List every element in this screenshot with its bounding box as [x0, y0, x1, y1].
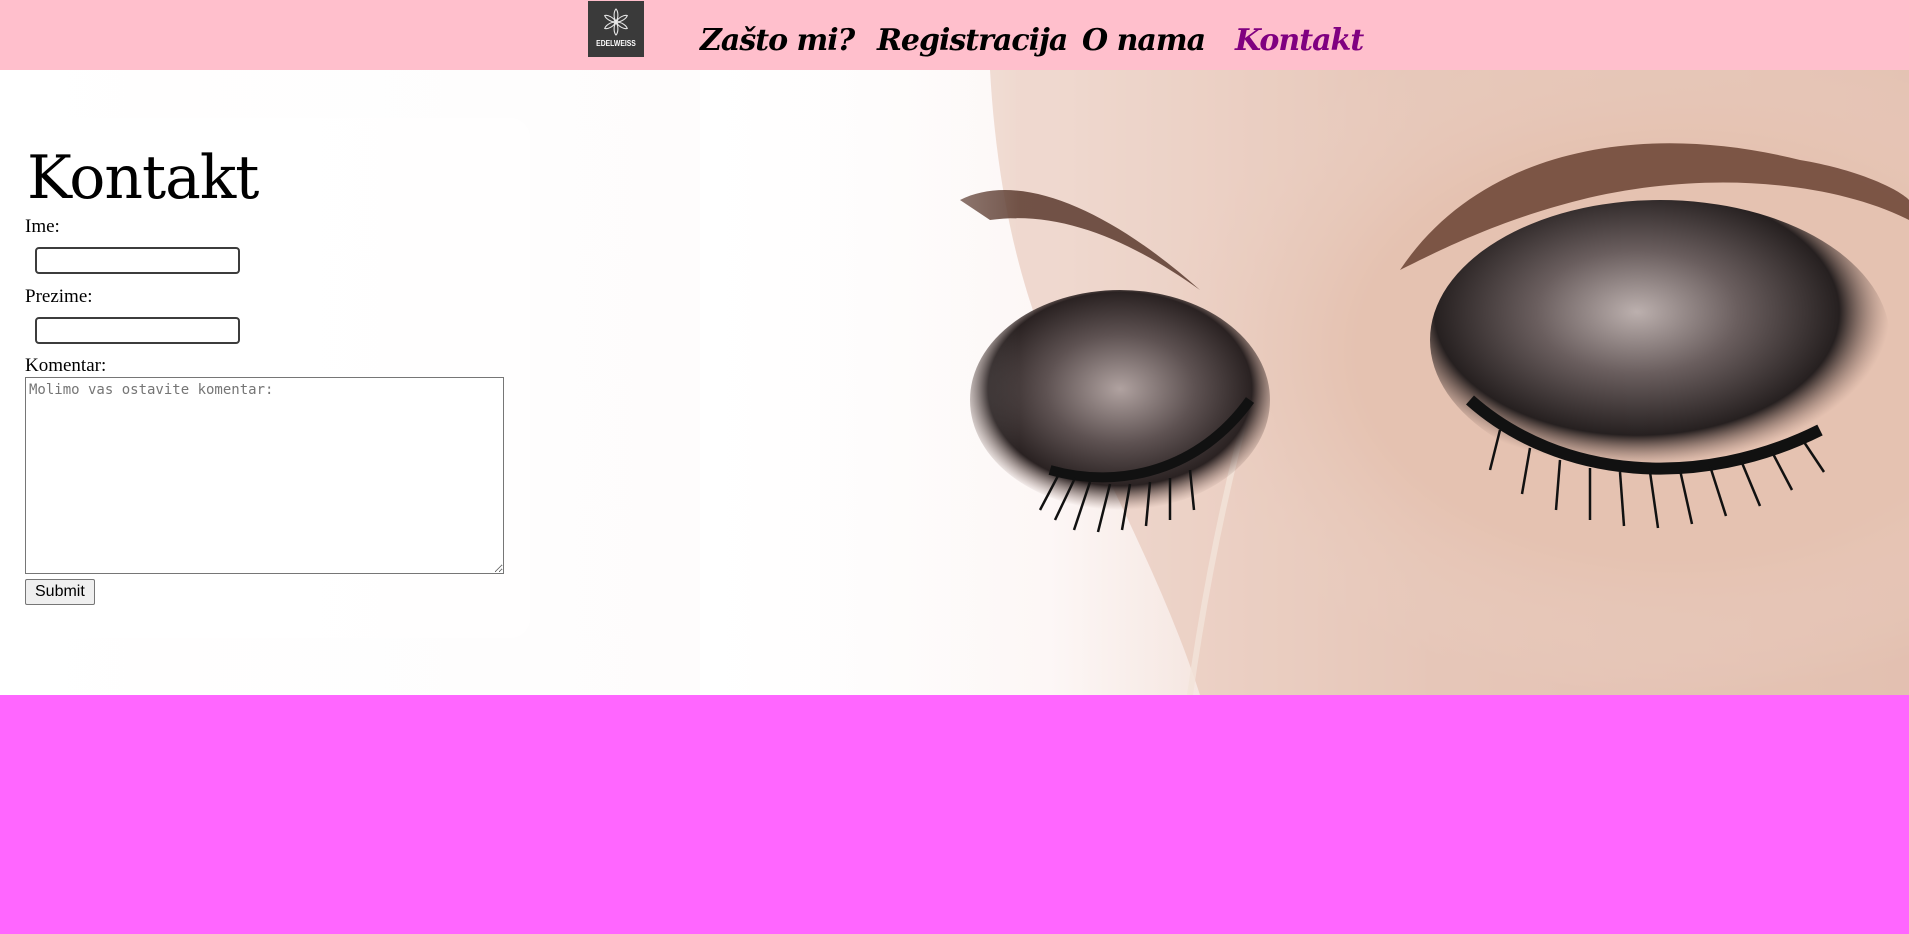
komentar-textarea[interactable] [25, 377, 504, 574]
edelweiss-logo[interactable]: EDELWEISS [588, 1, 644, 57]
prezime-label: Prezime: [25, 286, 93, 307]
nav-o-nama[interactable]: O nama [1082, 26, 1206, 56]
ime-label: Ime: [25, 216, 60, 237]
komentar-label: Komentar: [25, 355, 107, 376]
logo-text: EDELWEISS [596, 39, 636, 48]
edelweiss-flower-icon [604, 8, 628, 36]
top-navigation-bar: EDELWEISS Zašto mi? Registracija O nama … [0, 0, 1909, 70]
nav-kontakt[interactable]: Kontakt [1235, 26, 1364, 56]
ime-input[interactable] [35, 247, 240, 274]
page-title: Kontakt [27, 143, 259, 213]
nav-registracija[interactable]: Registracija [877, 26, 1068, 56]
prezime-input[interactable] [35, 317, 240, 344]
footer-area [0, 695, 1909, 934]
nav-zasto-mi[interactable]: Zašto mi? [700, 26, 855, 56]
submit-button[interactable]: Submit [25, 579, 95, 605]
